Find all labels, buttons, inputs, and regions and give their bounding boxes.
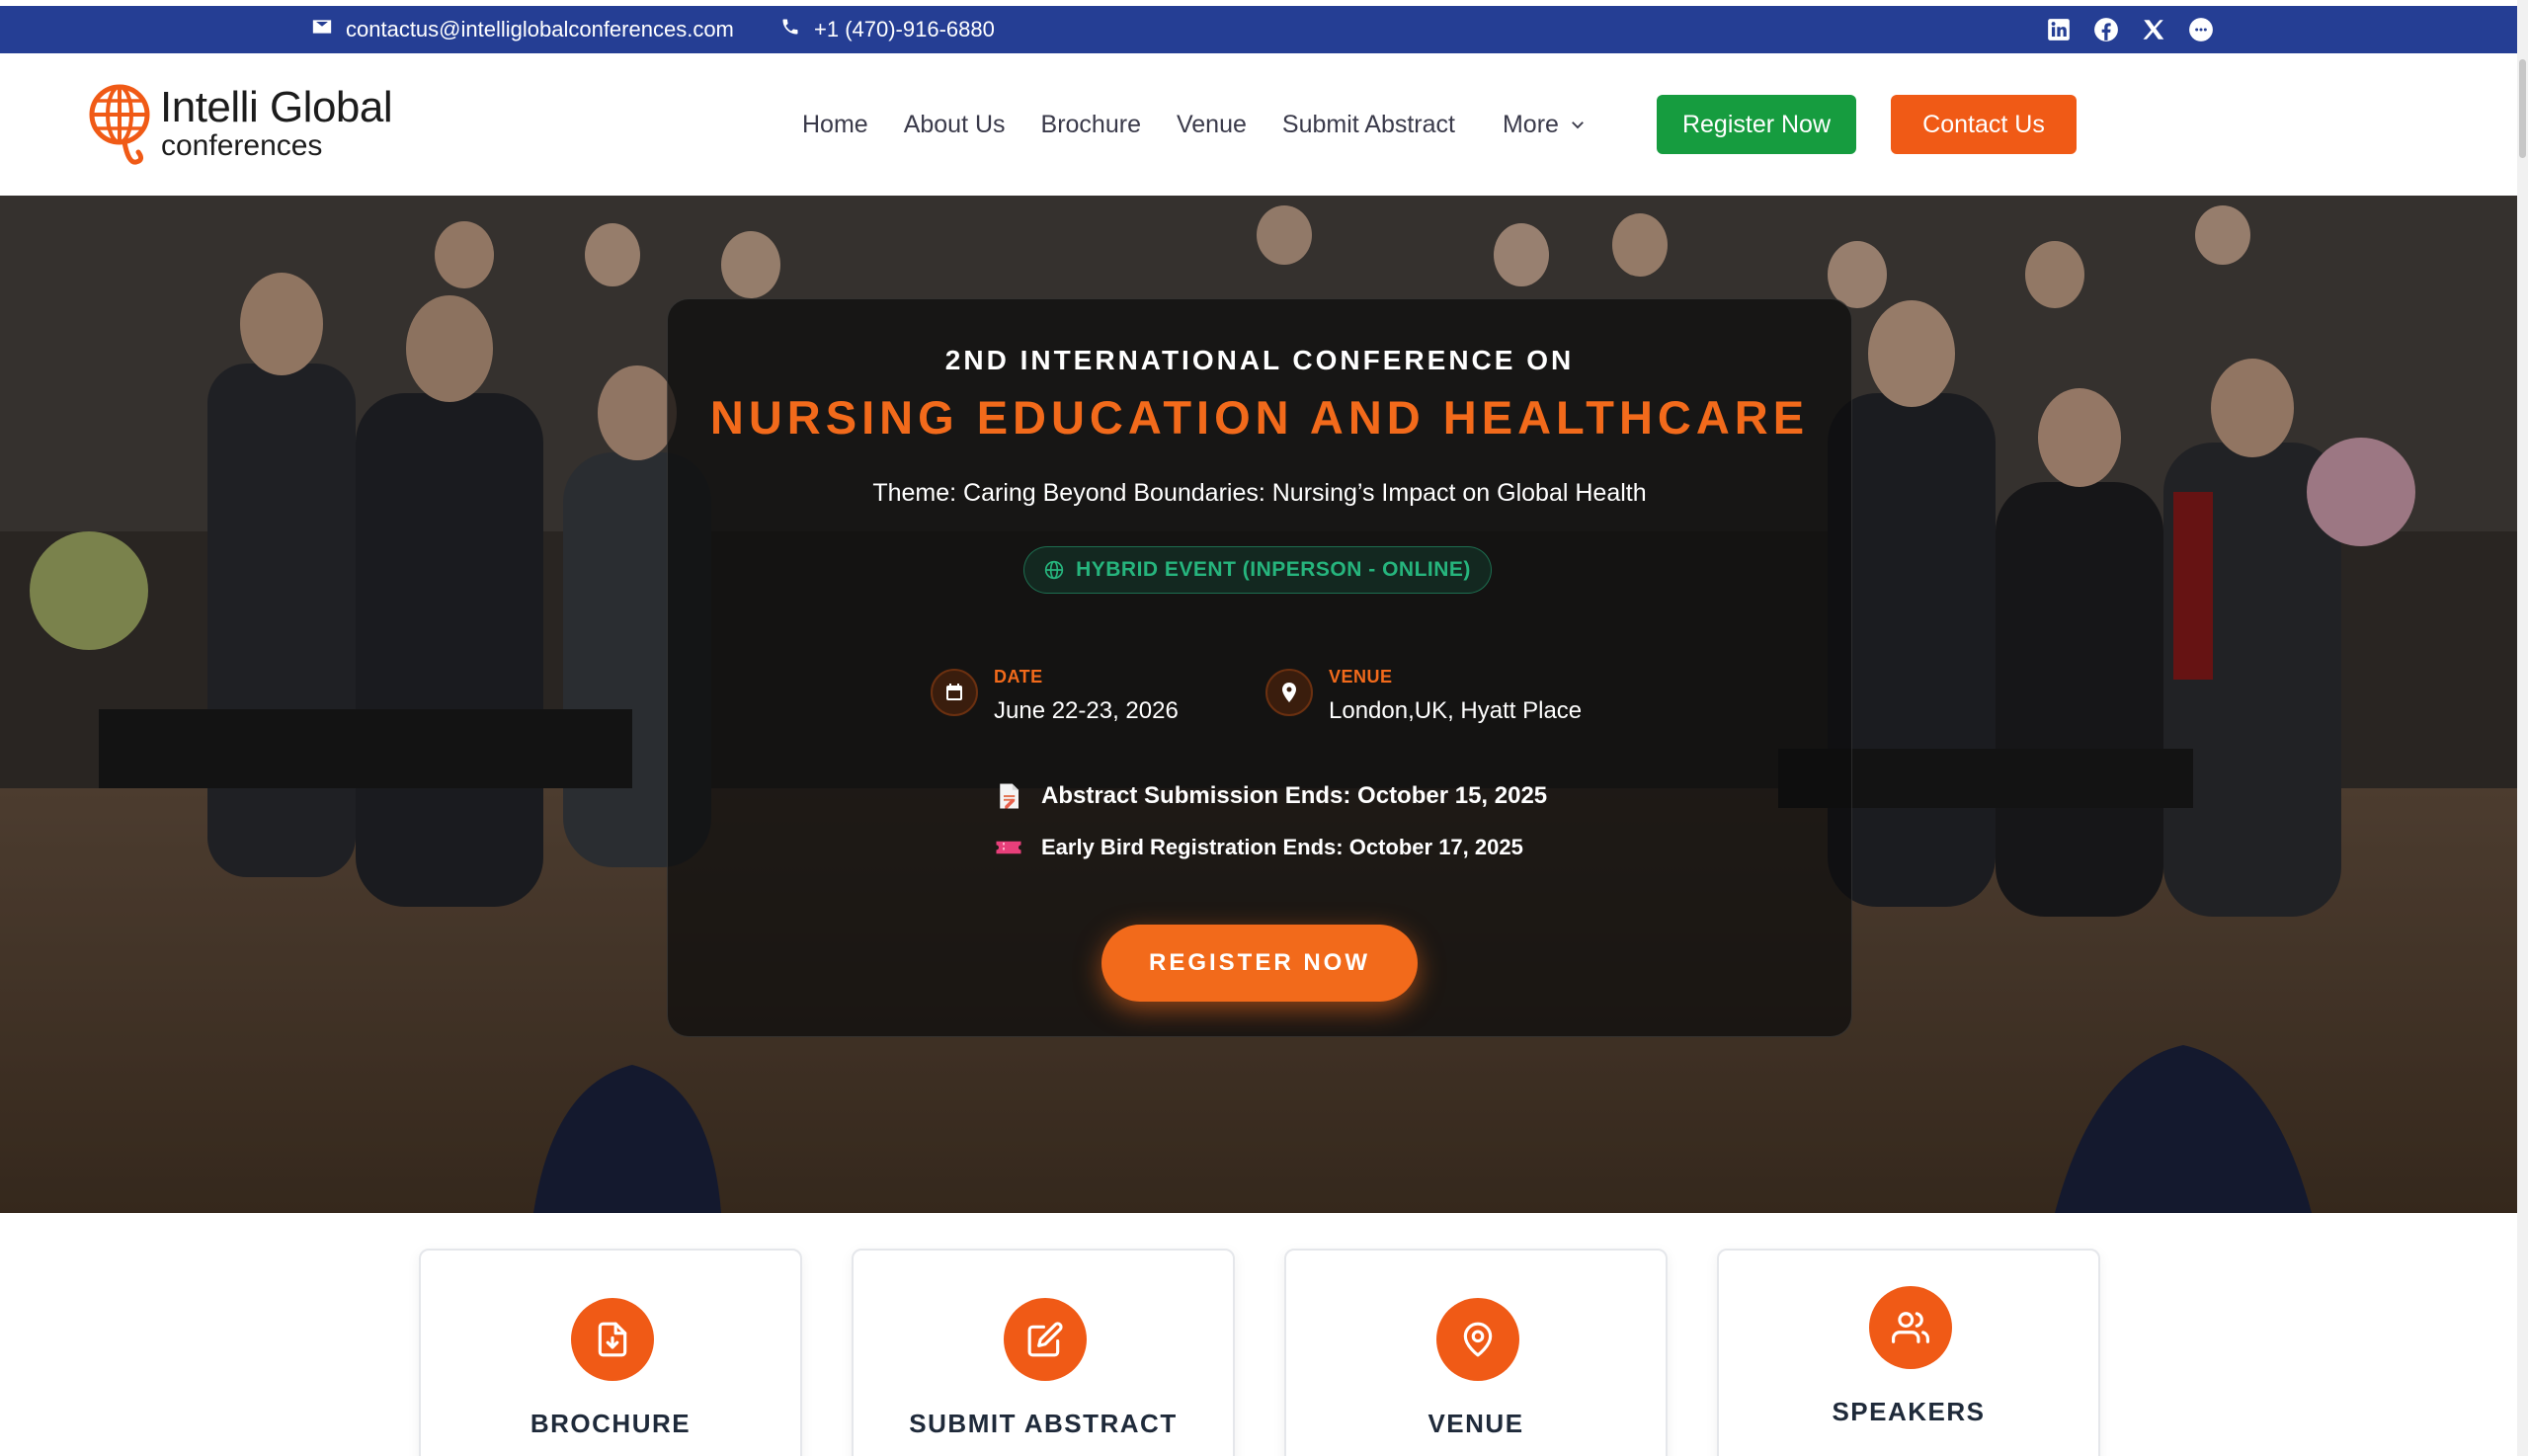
quick-links-section: BROCHURE SUBMIT ABSTRACT VENUE SPEAKERS xyxy=(0,1213,2517,1456)
edit-icon xyxy=(1004,1298,1087,1381)
phone-icon xyxy=(780,17,800,42)
phone-text: +1 (470)-916-6880 xyxy=(814,17,995,41)
site-logo[interactable]: Intelli Global conferences xyxy=(89,79,409,172)
top-contact-bar: contactus@intelliglobalconferences.com +… xyxy=(0,6,2517,53)
nav-about-us[interactable]: About Us xyxy=(904,111,1006,139)
phone-link[interactable]: +1 (470)-916-6880 xyxy=(780,6,995,53)
venue-label: VENUE xyxy=(1329,667,1393,687)
register-now-button[interactable]: Register Now xyxy=(1657,95,1856,154)
linkedin-icon[interactable] xyxy=(2046,17,2072,42)
event-type-text: HYBRID EVENT (INPERSON - ONLINE) xyxy=(1076,558,1471,581)
early-bird-deadline: Early Bird Registration Ends: October 17… xyxy=(994,833,1523,862)
nav-home[interactable]: Home xyxy=(802,111,868,139)
submit-abstract-card[interactable]: SUBMIT ABSTRACT xyxy=(852,1249,1235,1456)
main-navigation: Intelli Global conferences Home About Us… xyxy=(0,53,2517,196)
venue-card-label: VENUE xyxy=(1427,1409,1524,1438)
social-links xyxy=(2046,6,2214,53)
globe-logo-icon xyxy=(89,84,150,165)
conference-theme: Theme: Caring Beyond Boundaries: Nursing… xyxy=(872,479,1647,507)
globe-icon xyxy=(1044,560,1064,580)
date-label: DATE xyxy=(994,667,1043,687)
brochure-card-label: BROCHURE xyxy=(530,1409,692,1438)
chat-icon[interactable] xyxy=(2188,17,2214,42)
brochure-card[interactable]: BROCHURE xyxy=(419,1249,802,1456)
early-bird-deadline-text: Early Bird Registration Ends: October 17… xyxy=(1041,835,1523,859)
location-pin-icon xyxy=(1436,1298,1519,1381)
abstract-deadline-text: Abstract Submission Ends: October 15, 20… xyxy=(1041,782,1548,809)
abstract-deadline: Abstract Submission Ends: October 15, 20… xyxy=(994,781,1547,811)
event-type-badge: HYBRID EVENT (INPERSON - ONLINE) xyxy=(1023,546,1492,594)
nav-more-label: More xyxy=(1502,110,1559,138)
hero-register-now-button[interactable]: REGISTER NOW xyxy=(1101,925,1418,1002)
document-icon xyxy=(1000,783,1019,809)
nav-submit-abstract[interactable]: Submit Abstract xyxy=(1282,111,1455,139)
location-pin-icon xyxy=(1265,669,1313,716)
users-icon xyxy=(1869,1286,1952,1369)
nav-venue[interactable]: Venue xyxy=(1177,111,1247,139)
speakers-card[interactable]: SPEAKERS xyxy=(1717,1249,2100,1456)
email-text: contactus@intelliglobalconferences.com xyxy=(346,17,734,41)
venue-info: VENUE London,UK, Hyatt Place xyxy=(1265,667,1582,725)
facebook-icon[interactable] xyxy=(2093,17,2119,42)
scrollbar-thumb[interactable] xyxy=(2519,59,2526,158)
venue-value: London,UK, Hyatt Place xyxy=(1329,697,1583,724)
conference-title: NURSING EDUCATION AND HEALTHCARE xyxy=(709,391,1810,444)
ticket-icon xyxy=(996,841,1021,854)
page: contactus@intelliglobalconferences.com +… xyxy=(0,0,2517,1456)
submit-abstract-card-label: SUBMIT ABSTRACT xyxy=(909,1409,1178,1438)
file-download-icon xyxy=(571,1298,654,1381)
date-value: June 22-23, 2026 xyxy=(994,697,1179,724)
nav-brochure[interactable]: Brochure xyxy=(1041,111,1141,139)
chevron-down-icon xyxy=(1572,121,1584,129)
date-info: DATE June 22-23, 2026 xyxy=(931,667,1179,725)
x-icon[interactable] xyxy=(2141,17,2166,42)
hero-section: 2ND INTERNATIONAL CONFERENCE ON NURSING … xyxy=(0,196,2517,1213)
venue-card[interactable]: VENUE xyxy=(1284,1249,1668,1456)
email-link[interactable]: contactus@intelliglobalconferences.com xyxy=(312,6,734,53)
speakers-card-label: SPEAKERS xyxy=(1832,1397,1986,1426)
logo-name: Intelli Global xyxy=(160,83,393,131)
nav-more-dropdown[interactable]: More xyxy=(1503,111,1587,139)
logo-tagline: conferences xyxy=(161,129,323,162)
calendar-icon xyxy=(931,669,978,716)
nav-menu: Home About Us Brochure Venue Submit Abst… xyxy=(802,53,1587,196)
contact-us-button[interactable]: Contact Us xyxy=(1891,95,2077,154)
conference-pre-title: 2ND INTERNATIONAL CONFERENCE ON xyxy=(944,345,1575,375)
page-scrollbar[interactable] xyxy=(2517,0,2528,1456)
mail-icon xyxy=(312,17,332,42)
